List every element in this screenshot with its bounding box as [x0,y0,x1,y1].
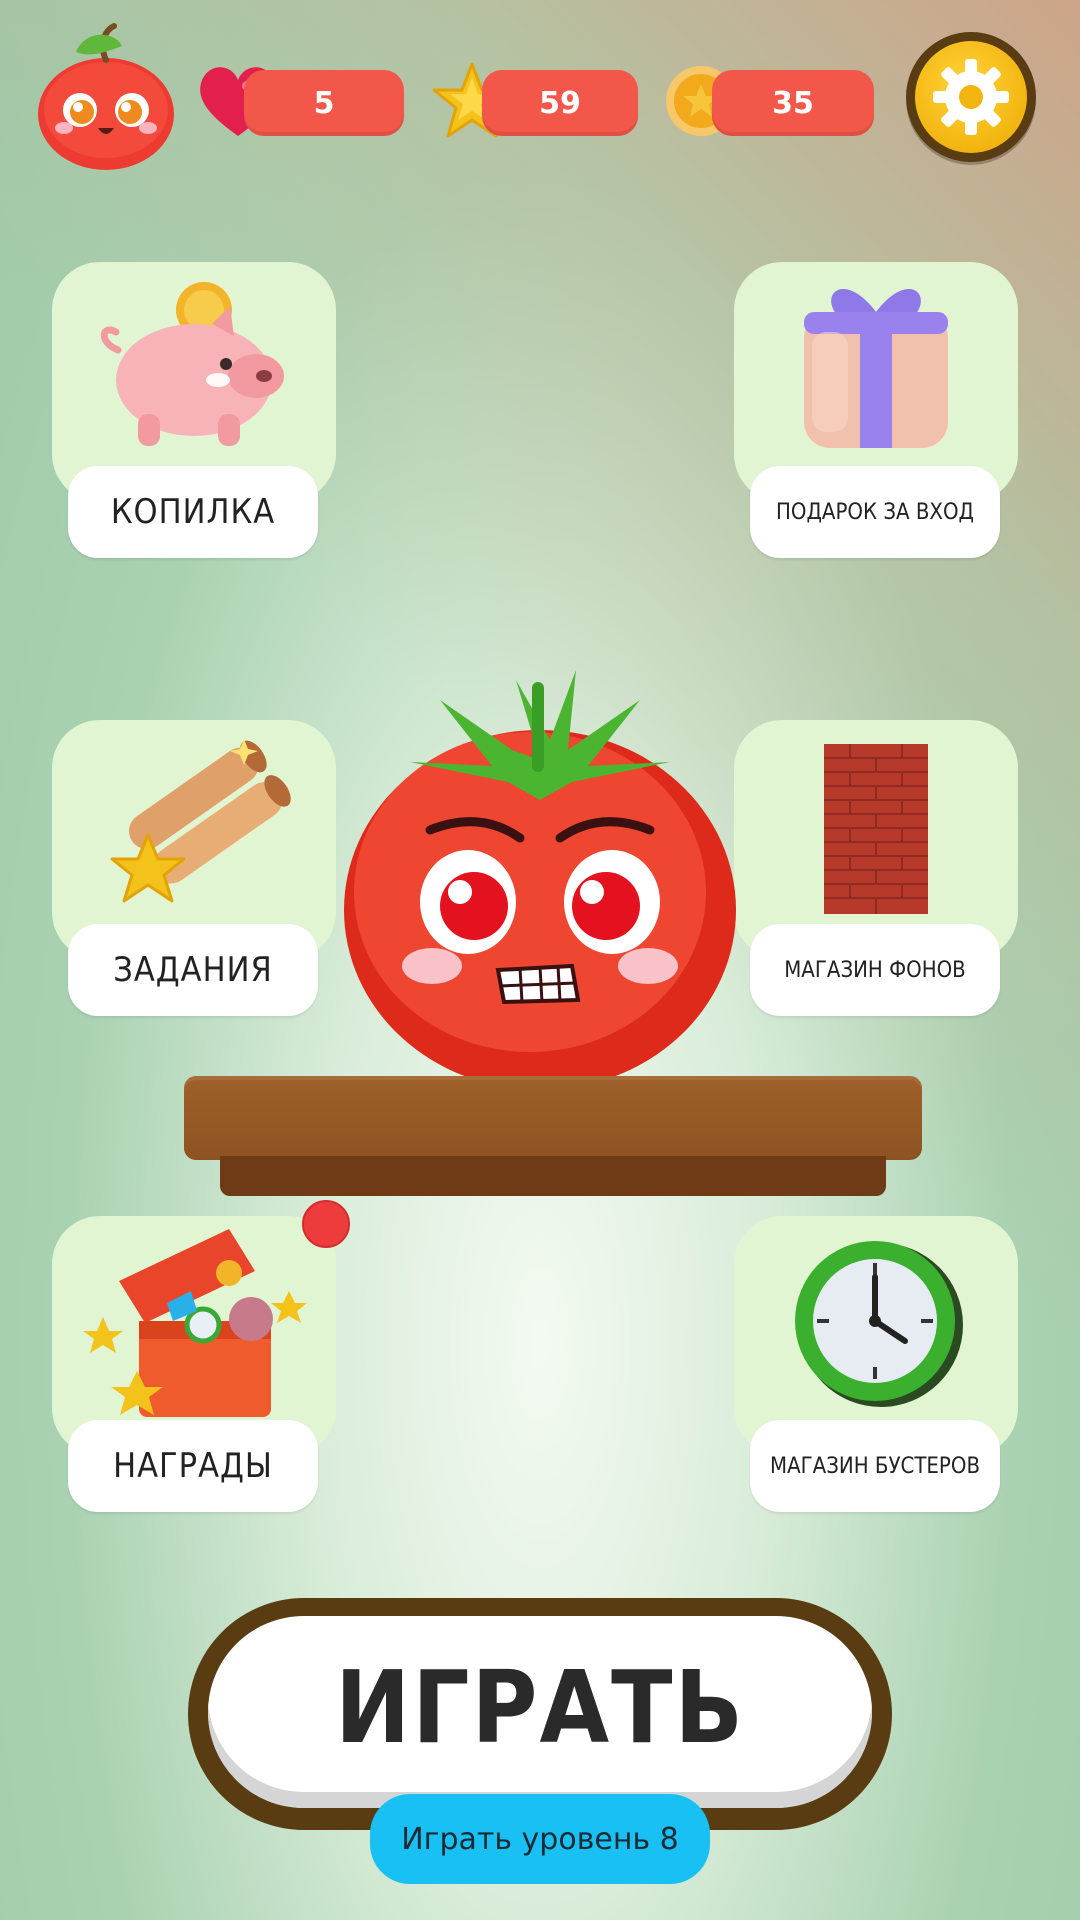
stars-counter: 59 [482,70,638,136]
tomato-character [340,670,740,1090]
background-shop-label: МАГАЗИН ФОНОВ [750,924,1000,1016]
tasks-label: ЗАДАНИЯ [68,924,318,1016]
scrolls-icon [110,739,291,903]
booster-shop-tile[interactable]: МАГАЗИН БУСТЕРОВ [734,1216,1018,1516]
brick-wall-icon [824,744,928,914]
apple-avatar-icon [38,23,174,170]
gear-icon [933,59,1009,135]
play-level-button[interactable]: Играть уровень 8 [370,1794,710,1884]
piggy-bank-tile[interactable]: КОПИЛКА [52,262,336,562]
rewards-tile[interactable]: НАГРАДЫ [52,1216,336,1516]
treasure-chest-icon [83,1229,307,1417]
rewards-notification-dot [302,1200,350,1248]
play-button-label: ИГРАТЬ [334,1648,746,1766]
clock-icon [795,1241,963,1407]
stars-value: 59 [539,85,581,121]
wooden-shelf [184,1076,922,1160]
play-level-label: Играть уровень 8 [401,1821,679,1857]
background-shop-tile[interactable]: МАГАЗИН ФОНОВ [734,720,1018,1020]
daily-gift-tile[interactable]: ПОДАРОК ЗА ВХОД [734,262,1018,562]
coins-value: 35 [772,85,814,121]
piggy-bank-label: КОПИЛКА [68,466,318,558]
piggy-bank-icon [100,282,284,446]
lives-counter: 5 [244,70,404,136]
daily-gift-label: ПОДАРОК ЗА ВХОД [750,466,1000,558]
tasks-tile[interactable]: ЗАДАНИЯ [52,720,336,1020]
coins-counter: 35 [712,70,874,136]
wooden-shelf-base [220,1156,886,1196]
play-button[interactable]: ИГРАТЬ [208,1616,872,1808]
lives-value: 5 [313,85,335,121]
gift-icon [804,289,948,448]
settings-button[interactable] [906,32,1036,162]
player-avatar[interactable] [36,22,176,170]
rewards-label: НАГРАДЫ [68,1420,318,1512]
booster-shop-label: МАГАЗИН БУСТЕРОВ [750,1420,1000,1512]
